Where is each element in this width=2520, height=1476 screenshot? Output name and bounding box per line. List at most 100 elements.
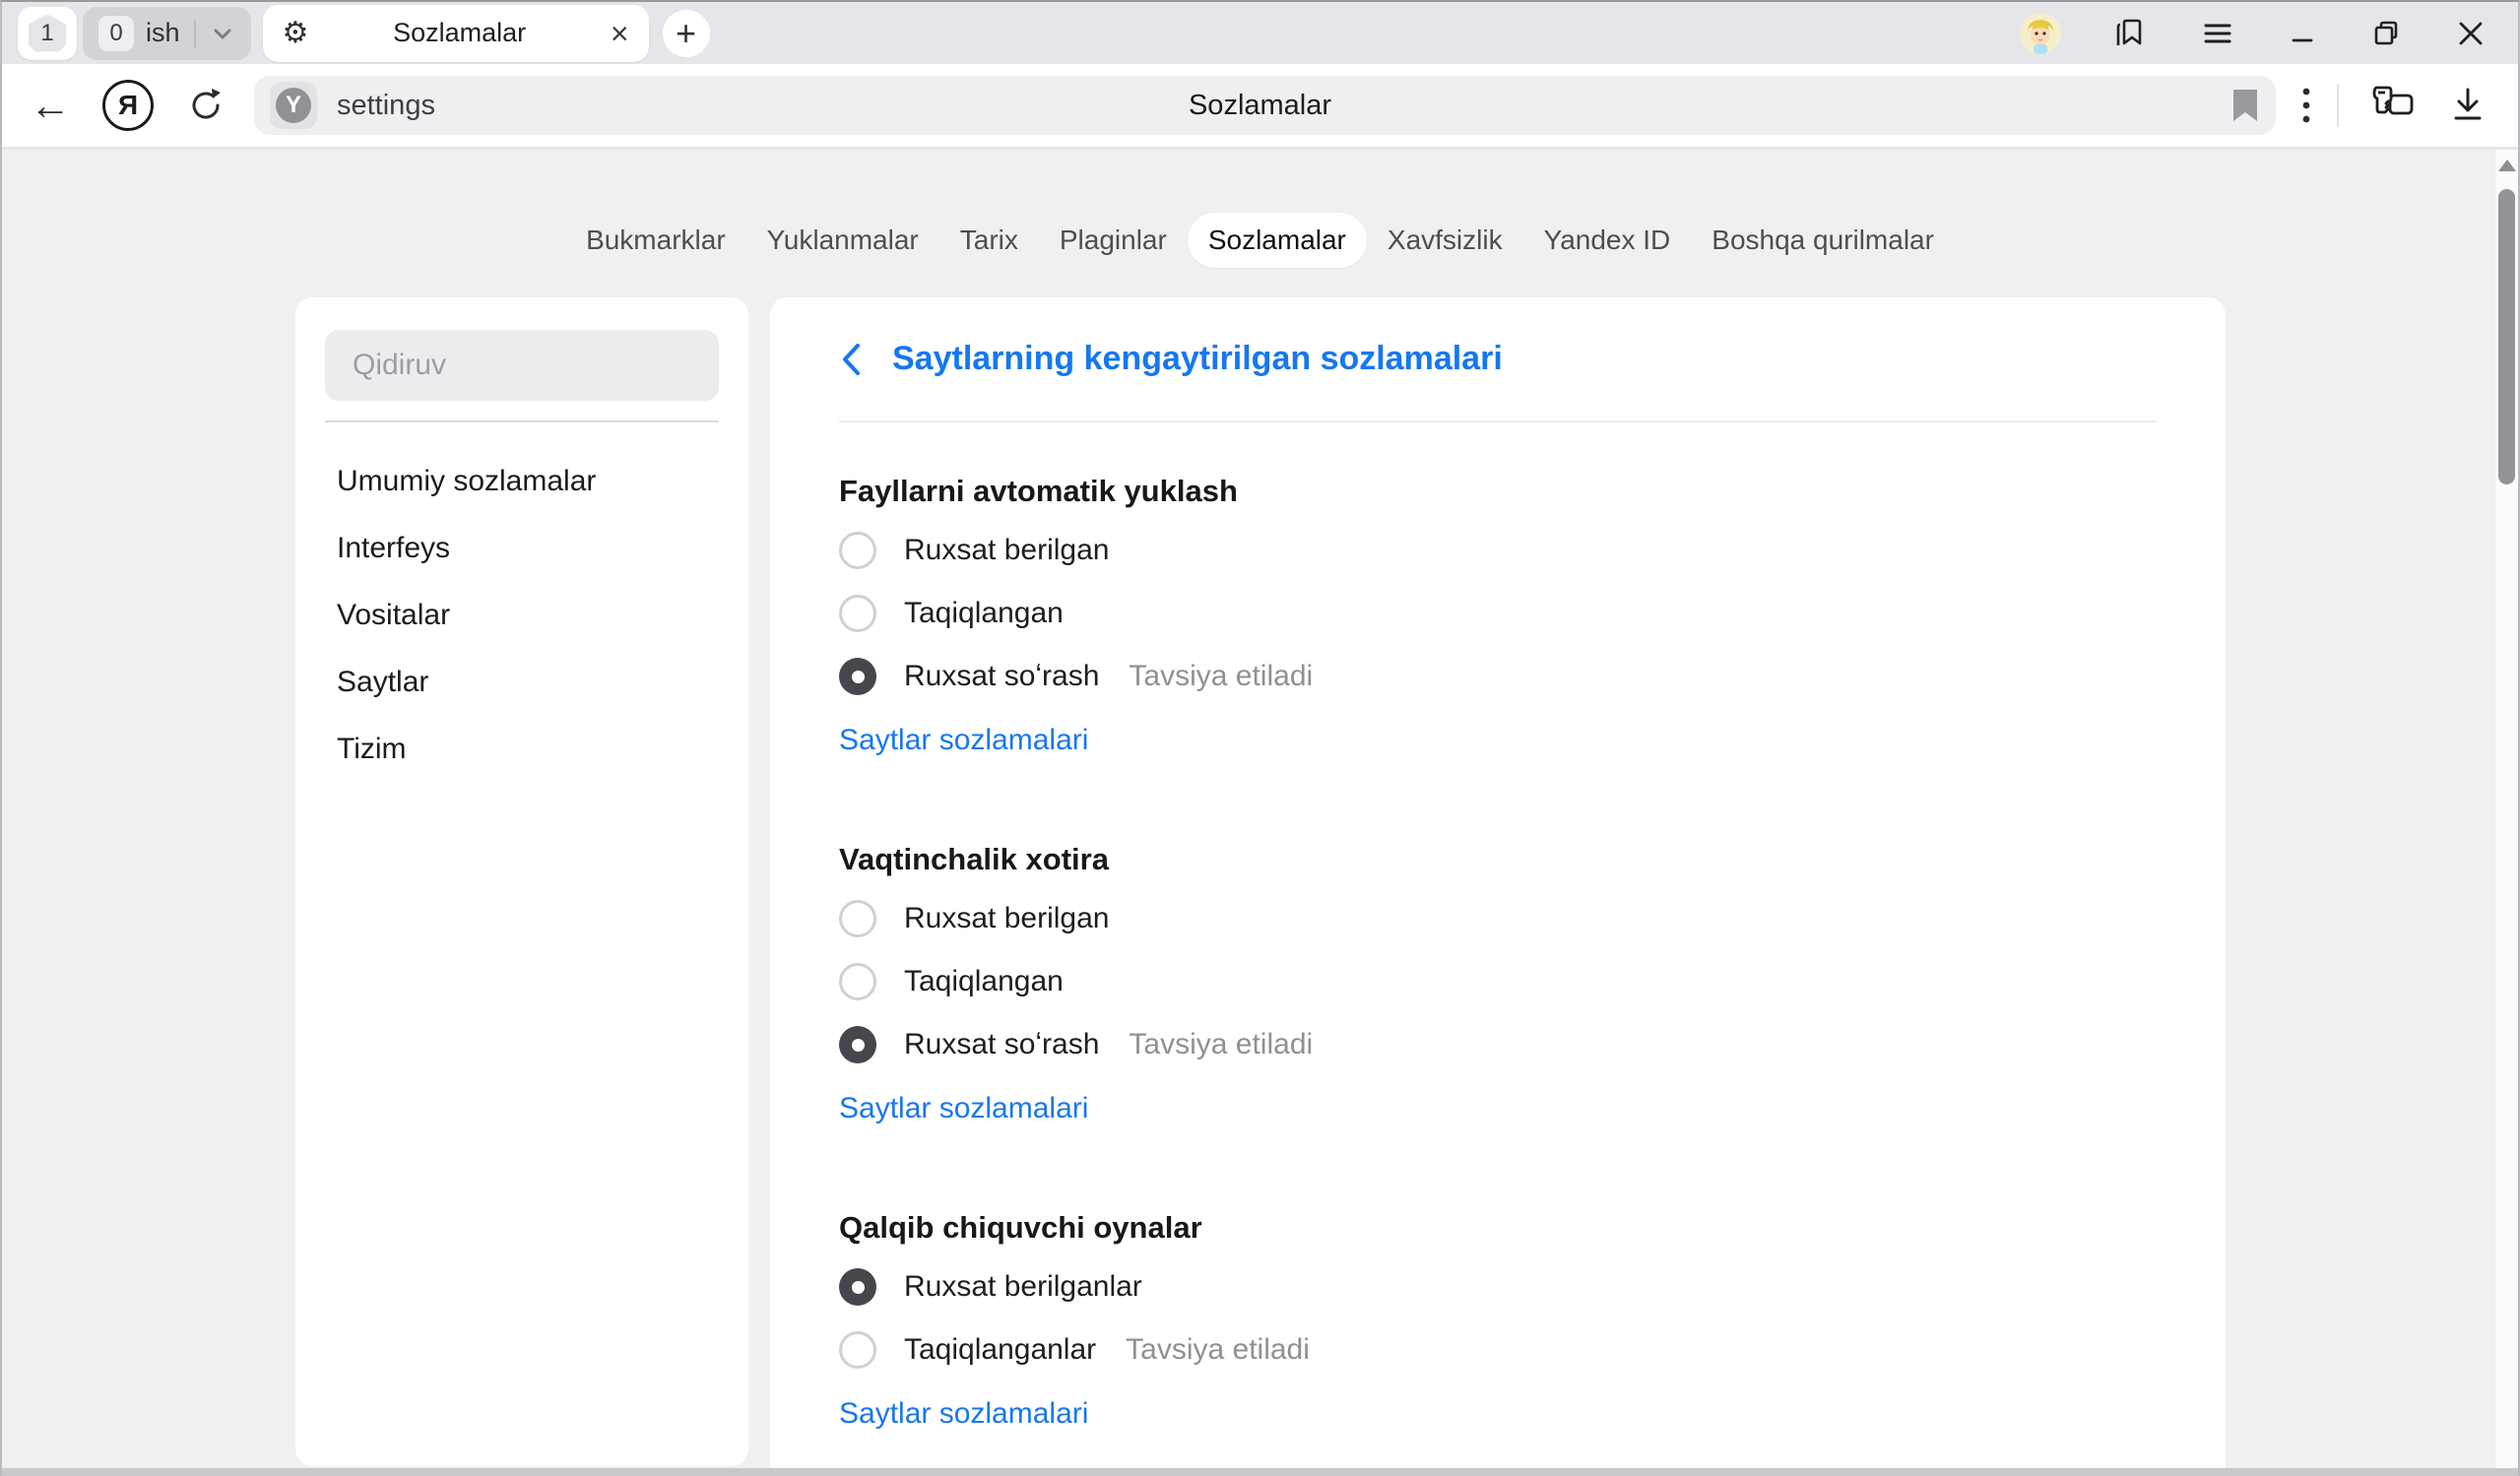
section-qalqib-chiquvchi-oynalar: Qalqib chiquvchi oynalar Ruxsat berilgan… xyxy=(839,1210,2157,1431)
nav-tab-xavfsizlik[interactable]: Xavfsizlik xyxy=(1367,213,1523,268)
radio-option[interactable]: Ruxsat berilgan xyxy=(839,519,2157,582)
nav-tab-tarix[interactable]: Tarix xyxy=(939,213,1039,268)
gear-icon: ⚙ xyxy=(283,19,309,48)
window-restore-button[interactable] xyxy=(2368,16,2404,51)
sidebar-item-umumiy-sozlamalar[interactable]: Umumiy sozlamalar xyxy=(295,448,748,515)
radio-icon[interactable] xyxy=(839,1268,876,1306)
radio-note: Tavsiya etiladi xyxy=(1129,660,1313,693)
window-close-button[interactable] xyxy=(2453,16,2488,51)
radio-label: Taqiqlangan xyxy=(904,597,1064,630)
sidebar-divider xyxy=(325,420,719,422)
browser-window: 1 0 ish ⚙ Sozlamalar × + xyxy=(0,0,2520,1476)
bookmark-icon[interactable] xyxy=(2230,88,2260,123)
radio-icon[interactable] xyxy=(839,532,876,569)
nav-tab-yandex-id[interactable]: Yandex ID xyxy=(1523,213,1692,268)
sidebar-item-tizim[interactable]: Tizim xyxy=(295,716,748,783)
more-options-icon[interactable] xyxy=(2301,84,2311,127)
radio-icon[interactable] xyxy=(839,963,876,1000)
scrollbar-thumb[interactable] xyxy=(2498,189,2515,484)
site-favicon: Y xyxy=(270,82,317,129)
chevron-left-icon[interactable] xyxy=(839,341,863,378)
group-divider xyxy=(194,20,196,47)
radio-option[interactable]: Ruxsat berilgan xyxy=(839,887,2157,950)
toolbar-divider xyxy=(2337,84,2339,127)
tab-close-icon[interactable]: × xyxy=(611,18,629,49)
radio-icon[interactable] xyxy=(839,595,876,632)
tab-strip-right xyxy=(2020,13,2518,54)
window-bottom-edge xyxy=(2,1468,2518,1476)
radio-label: Taqiqlangan xyxy=(904,965,1064,998)
section-vaqtinchalik-xotira: Vaqtinchalik xotira Ruxsat berilgan Taqi… xyxy=(839,842,2157,1125)
nav-tab-plaginlar[interactable]: Plaginlar xyxy=(1039,213,1188,268)
sidebar-list: Umumiy sozlamalar Interfeys Vositalar Sa… xyxy=(295,448,748,783)
section-heading: Fayllarni avtomatik yuklash xyxy=(839,474,2157,509)
panel-header[interactable]: Saytlarning kengaytirilgan sozlamalari xyxy=(839,297,2157,422)
new-tab-button[interactable]: + xyxy=(663,10,710,57)
back-button[interactable]: ← xyxy=(30,85,71,126)
radio-icon[interactable] xyxy=(839,1026,876,1063)
nav-tab-yuklanmalar[interactable]: Yuklanmalar xyxy=(746,213,939,268)
yandex-logo-icon[interactable]: Я xyxy=(102,80,154,131)
radio-label: Ruxsat berilganlar xyxy=(904,1270,1142,1304)
tab-sozlamalar[interactable]: ⚙ Sozlamalar × xyxy=(263,5,649,62)
radio-label: Ruxsat soʻrash xyxy=(904,660,1099,693)
tab-title: Sozlamalar xyxy=(308,18,610,48)
settings-sidebar: Umumiy sozlamalar Interfeys Vositalar Sa… xyxy=(295,297,748,1466)
radio-option[interactable]: Ruxsat berilganlar xyxy=(839,1255,2157,1318)
tab-group-count: 1 xyxy=(40,20,53,47)
menu-icon[interactable] xyxy=(2199,15,2236,52)
radio-label: Ruxsat soʻrash xyxy=(904,1028,1099,1061)
radio-option[interactable]: Taqiqlangan xyxy=(839,950,2157,1013)
radio-label: Taqiqlanganlar xyxy=(904,1333,1096,1367)
tab-group-current[interactable]: 1 xyxy=(18,7,77,60)
sidebar-search xyxy=(325,330,719,401)
section-fayllarni-avtomatik-yuklash: Fayllarni avtomatik yuklash Ruxsat beril… xyxy=(839,474,2157,757)
radio-note: Tavsiya etiladi xyxy=(1129,1028,1313,1061)
nav-tab-sozlamalar[interactable]: Sozlamalar xyxy=(1188,213,1367,268)
sidebar-item-interfeys[interactable]: Interfeys xyxy=(295,515,748,582)
refresh-button[interactable] xyxy=(185,85,226,126)
download-icon[interactable] xyxy=(2447,84,2488,127)
radio-option[interactable]: Taqiqlangan xyxy=(839,582,2157,645)
settings-panel: Saytlarning kengaytirilgan sozlamalari F… xyxy=(770,297,2226,1472)
tab-group-badge: 1 xyxy=(29,15,66,52)
profile-avatar[interactable] xyxy=(2020,13,2061,54)
sites-settings-link[interactable]: Saytlar sozlamalari xyxy=(839,1092,1088,1125)
work-group-label: ish xyxy=(146,18,180,48)
toolbar: ← Я Y settings Sozlamalar xyxy=(2,64,2518,148)
radio-option[interactable]: Ruxsat soʻrash Tavsiya etiladi xyxy=(839,1013,2157,1076)
url-text: settings xyxy=(337,90,435,122)
plus-icon: + xyxy=(676,16,696,51)
scrollbar[interactable] xyxy=(2494,150,2518,1476)
radio-option[interactable]: Ruxsat soʻrash Tavsiya etiladi xyxy=(839,645,2157,708)
tab-group-work[interactable]: 0 ish xyxy=(83,7,251,60)
radio-option[interactable]: Taqiqlanganlar Tavsiya etiladi xyxy=(839,1318,2157,1381)
radio-icon[interactable] xyxy=(839,658,876,695)
chevron-down-icon[interactable] xyxy=(210,21,235,46)
search-input[interactable] xyxy=(325,330,719,401)
radio-label: Ruxsat berilgan xyxy=(904,534,1109,567)
window-minimize-button[interactable] xyxy=(2286,17,2319,50)
work-group-count: 0 xyxy=(98,16,134,51)
nav-tab-boshqa-qurilmalar[interactable]: Boshqa qurilmalar xyxy=(1691,213,1955,268)
settings-nav: Bukmarklar Yuklanmalar Tarix Plaginlar S… xyxy=(2,213,2518,268)
panel-title: Saytlarning kengaytirilgan sozlamalari xyxy=(892,340,1503,378)
passwords-icon[interactable] xyxy=(2368,84,2418,127)
bookmarks-panel-icon[interactable] xyxy=(2110,14,2150,53)
section-heading: Vaqtinchalik xotira xyxy=(839,842,2157,877)
page-title-centered: Sozlamalar xyxy=(1189,90,1331,122)
sidebar-item-vositalar[interactable]: Vositalar xyxy=(295,582,748,649)
tab-strip: 1 0 ish ⚙ Sozlamalar × + xyxy=(2,2,2518,64)
page-content: Bukmarklar Yuklanmalar Tarix Plaginlar S… xyxy=(2,150,2518,1476)
scroll-up-arrow-icon[interactable] xyxy=(2498,160,2516,171)
radio-label: Ruxsat berilgan xyxy=(904,902,1109,935)
radio-icon[interactable] xyxy=(839,1331,876,1369)
sites-settings-link[interactable]: Saytlar sozlamalari xyxy=(839,1397,1088,1431)
radio-note: Tavsiya etiladi xyxy=(1126,1333,1310,1367)
section-heading: Qalqib chiquvchi oynalar xyxy=(839,1210,2157,1246)
sites-settings-link[interactable]: Saytlar sozlamalari xyxy=(839,724,1088,757)
sidebar-item-saytlar[interactable]: Saytlar xyxy=(295,649,748,716)
site-favicon-letter: Y xyxy=(276,88,311,123)
nav-tab-bukmarklar[interactable]: Bukmarklar xyxy=(565,213,746,268)
radio-icon[interactable] xyxy=(839,900,876,937)
